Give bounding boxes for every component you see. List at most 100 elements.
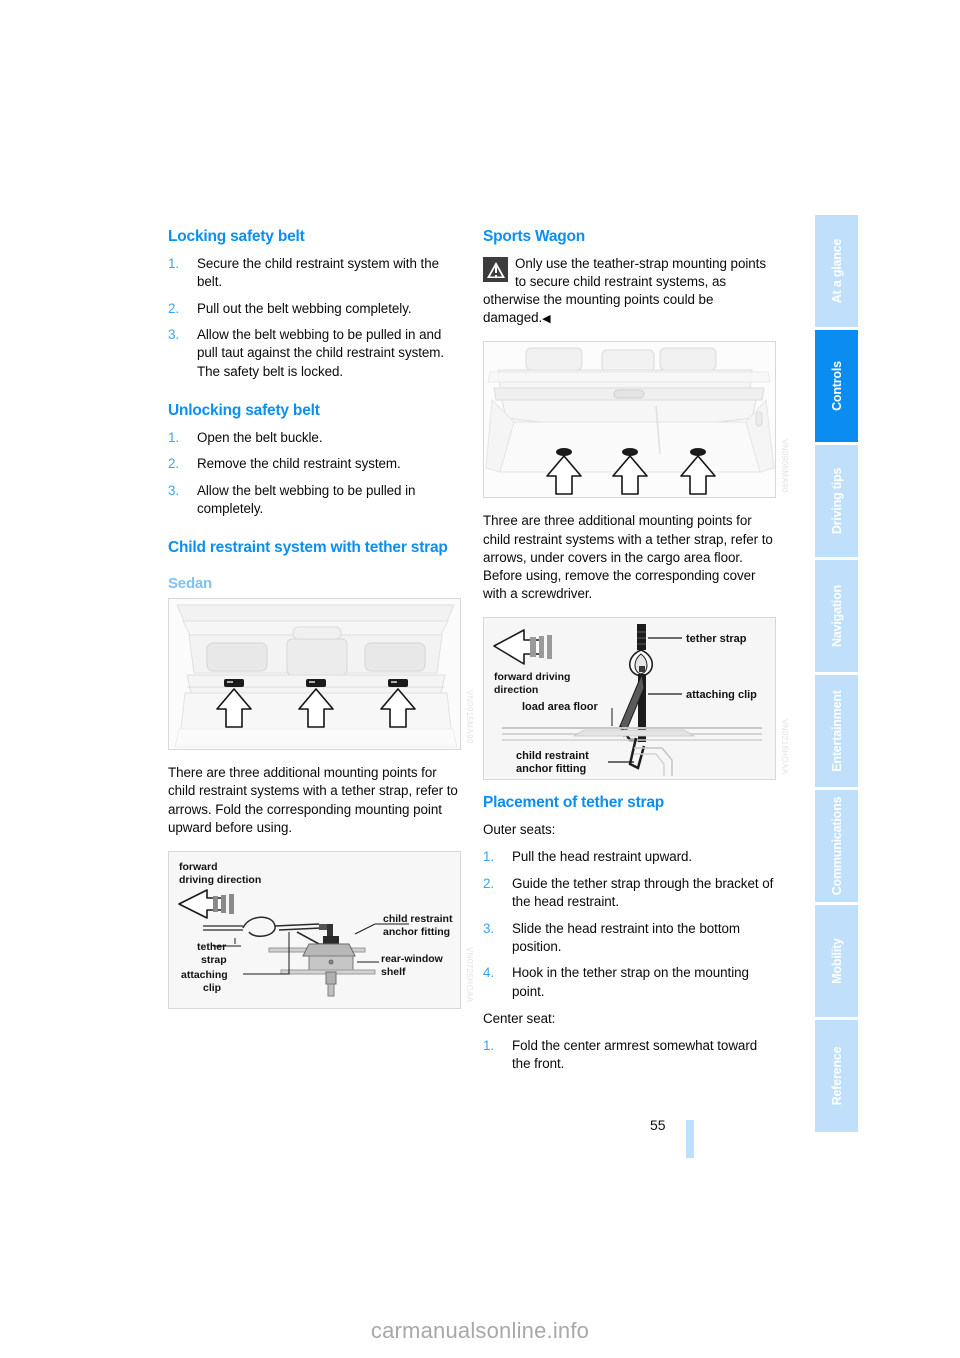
step-text: Pull out the belt webbing completely. <box>197 300 412 316</box>
svg-text:forward driving: forward driving <box>494 671 570 683</box>
step-text: Slide the head restraint into the bottom… <box>512 920 741 954</box>
figure-watermark: VN0906MA90 <box>780 438 789 493</box>
sedan-rear-seat-illustration <box>169 599 460 750</box>
page-number-bar <box>686 1120 694 1158</box>
list-item: 3. Allow the belt webbing to be pulled i… <box>168 482 461 518</box>
figure-watermark: VN0216HOAA <box>780 718 789 775</box>
sidebar-item-reference[interactable]: Reference <box>815 1020 858 1132</box>
manual-page: Locking safety belt 1. Secure the child … <box>0 0 960 1358</box>
figure-sedan-tether-detail: forward driving direction child restrain… <box>168 850 474 1009</box>
svg-text:clip: clip <box>203 982 221 994</box>
step-text: Guide the tether strap through the brack… <box>512 875 774 909</box>
site-watermark: carmanualsonline.info <box>370 1318 590 1343</box>
step-text: Hook in the tether strap on the mounting… <box>512 965 749 999</box>
step-number: 1. <box>168 255 180 271</box>
tether-anchor-detail-illustration: forward driving direction child restrain… <box>169 851 460 1008</box>
label-outer-seats: Outer seats: <box>483 822 556 838</box>
caption-sedan-mounting-points: There are three additional mounting poin… <box>168 765 458 835</box>
step-number: 4. <box>483 965 495 981</box>
sidebar-item-label: Navigation <box>829 585 844 647</box>
wagon-tether-anchor-illustration: forward driving direction tether strap a… <box>484 618 775 780</box>
sidebar-item-driving-tips[interactable]: Driving tips <box>815 445 858 557</box>
svg-text:anchor fitting: anchor fitting <box>516 763 586 775</box>
sidebar-item-communications[interactable]: Communications <box>815 790 858 902</box>
list-item: 1. Pull the head restraint upward. <box>483 848 776 866</box>
figure-wagon-tether-detail: forward driving direction tether strap a… <box>483 617 789 781</box>
chapter-tabs-sidebar[interactable]: At a glance Controls Driving tips Naviga… <box>815 215 858 1135</box>
figure-watermark: VN0725HOAA <box>465 947 474 1003</box>
list-item: 2. Guide the tether strap through the br… <box>483 875 776 911</box>
sidebar-item-at-a-glance[interactable]: At a glance <box>815 215 858 327</box>
warning-text: Only use the teather-strap mounting poin… <box>483 255 766 326</box>
svg-text:child restraint: child restraint <box>516 750 589 762</box>
step-text: Pull the head restraint upward. <box>512 849 693 865</box>
unlocking-steps-list: 1. Open the belt buckle. 2. Remove the c… <box>168 429 461 519</box>
sidebar-item-mobility[interactable]: Mobility <box>815 905 858 1017</box>
step-text: Fold the center armrest somewhat toward … <box>512 1037 758 1072</box>
sidebar-item-controls[interactable]: Controls <box>815 330 858 442</box>
step-number: 2. <box>483 875 495 891</box>
sidebar-item-label: Driving tips <box>829 467 844 535</box>
list-item: 3. Slide the head restraint into the bot… <box>483 920 776 956</box>
sidebar-item-label: Communications <box>829 796 844 896</box>
warning-triangle-icon <box>483 256 508 282</box>
sidebar-item-label: Controls <box>829 361 844 411</box>
sidebar-item-label: Reference <box>829 1046 844 1106</box>
step-number: 2. <box>168 300 180 316</box>
list-item: 2. Remove the child restraint system. <box>168 455 461 473</box>
step-number: 1. <box>483 849 495 865</box>
sidebar-item-label: Entertainment <box>829 690 844 772</box>
right-column: Sports Wagon Only use the teather-strap … <box>483 228 789 1073</box>
step-number: 1. <box>483 1037 495 1053</box>
sidebar-item-label: At a glance <box>829 238 844 304</box>
figure-watermark: VN0915MA90 <box>465 690 474 745</box>
sidebar-item-entertainment[interactable]: Entertainment <box>815 675 858 787</box>
caption-wagon-mounting-points: Three are three additional mounting poin… <box>483 513 773 602</box>
figure-sedan-mounting-points: VN0915MA90 <box>168 598 474 751</box>
list-item: 2. Pull out the belt webbing completely. <box>168 300 461 318</box>
svg-text:forward: forward <box>179 861 218 873</box>
svg-text:tether strap: tether strap <box>686 633 747 645</box>
svg-text:attaching clip: attaching clip <box>686 689 757 701</box>
sidebar-item-label: Mobility <box>829 938 844 984</box>
step-number: 3. <box>168 327 180 343</box>
svg-text:child restraint: child restraint <box>383 913 453 925</box>
label-center-seat: Center seat: <box>483 1010 556 1026</box>
step-number: 3. <box>483 920 495 936</box>
heading-unlocking-safety-belt: Unlocking safety belt <box>168 401 320 419</box>
outer-seats-steps-list: 1. Pull the head restraint upward. 2. Gu… <box>483 848 776 1001</box>
center-seat-steps-list: 1. Fold the center armrest somewhat towa… <box>483 1037 776 1073</box>
step-text: Secure the child restraint system with t… <box>197 255 440 289</box>
page-number: 55 <box>650 1117 666 1133</box>
step-text: Allow the belt webbing to be pulled in a… <box>197 327 445 379</box>
figure-wagon-mounting-points: VN0906MA90 <box>483 341 789 499</box>
heading-locking-safety-belt: Locking safety belt <box>168 228 305 245</box>
subheading-sedan: Sedan <box>168 575 213 592</box>
list-item: 3. Allow the belt webbing to be pulled i… <box>168 326 461 380</box>
step-number: 2. <box>168 456 180 472</box>
svg-text:load area floor: load area floor <box>522 701 599 713</box>
svg-text:direction: direction <box>494 684 538 696</box>
heading-child-restraint-tether-strap: Child restraint system with tether strap <box>168 539 448 557</box>
heading-sports-wagon: Sports Wagon <box>483 228 586 245</box>
step-number: 1. <box>168 429 180 445</box>
locking-steps-list: 1. Secure the child restraint system wit… <box>168 255 461 381</box>
step-text: Open the belt buckle. <box>197 429 323 445</box>
svg-text:anchor fitting: anchor fitting <box>383 926 450 938</box>
warning-block: Only use the teather-strap mounting poin… <box>483 255 776 328</box>
svg-text:shelf: shelf <box>381 966 406 978</box>
svg-text:attaching: attaching <box>181 969 228 981</box>
svg-text:tether: tether <box>197 941 226 953</box>
list-item: 1. Fold the center armrest somewhat towa… <box>483 1037 776 1073</box>
list-item: 1. Secure the child restraint system wit… <box>168 255 461 291</box>
svg-text:rear-window: rear-window <box>381 953 444 965</box>
step-text: Remove the child restraint system. <box>197 456 401 472</box>
warning-end-mark: ◀ <box>542 313 551 326</box>
step-text: Allow the belt webbing to be pulled in c… <box>197 482 416 517</box>
step-number: 3. <box>168 482 180 498</box>
left-column: Locking safety belt 1. Secure the child … <box>168 228 474 1009</box>
svg-text:driving direction: driving direction <box>179 874 261 886</box>
sidebar-item-navigation[interactable]: Navigation <box>815 560 858 672</box>
svg-text:strap: strap <box>201 954 227 966</box>
list-item: 1. Open the belt buckle. <box>168 429 461 447</box>
